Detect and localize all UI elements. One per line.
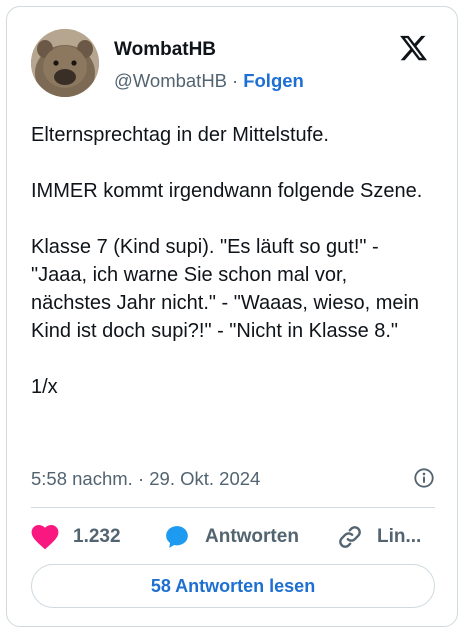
action-bar: 1.232 Antworten Lin... bbox=[31, 519, 435, 555]
tweet-paragraph: 1/x bbox=[31, 376, 58, 398]
tweet-card: WombatHB @WombatHB · Folgen Elternsprechta… bbox=[6, 6, 458, 627]
like-button[interactable]: 1.232 bbox=[31, 519, 121, 555]
wombat-avatar-image bbox=[31, 29, 99, 97]
link-icon bbox=[339, 526, 361, 548]
avatar[interactable] bbox=[31, 29, 99, 97]
x-logo-icon[interactable] bbox=[398, 33, 429, 63]
reply-button[interactable]: Antworten bbox=[163, 519, 299, 555]
divider bbox=[31, 507, 435, 508]
reply-label: Antworten bbox=[205, 526, 299, 547]
follow-button[interactable]: Folgen bbox=[243, 70, 304, 91]
copy-link-button[interactable]: Lin... bbox=[337, 519, 421, 555]
likes-count: 1.232 bbox=[73, 526, 121, 547]
author-handle-row: @WombatHB · Folgen bbox=[114, 70, 304, 92]
timestamp[interactable]: 5:58 nachm. · 29. Okt. 2024 bbox=[31, 468, 260, 490]
author-name[interactable]: WombatHB bbox=[114, 39, 216, 61]
tweet-text: Elternsprechtag in der Mittelstufe. IMME… bbox=[31, 121, 431, 401]
tweet-paragraph: Elternsprechtag in der Mittelstufe. bbox=[31, 124, 329, 146]
read-replies-button[interactable]: 58 Antworten lesen bbox=[31, 564, 435, 608]
author-handle[interactable]: @WombatHB bbox=[114, 70, 227, 91]
separator-dot: · bbox=[232, 70, 239, 91]
tweet-paragraph: IMMER kommt irgendwann folgende Szene. bbox=[31, 180, 423, 202]
copy-link-label: Lin... bbox=[377, 526, 422, 547]
read-replies-label: 58 Antworten lesen bbox=[150, 575, 316, 596]
timestamp-row: 5:58 nachm. · 29. Okt. 2024 bbox=[31, 465, 435, 493]
heart-icon bbox=[31, 524, 59, 550]
speech-bubble-icon bbox=[166, 526, 188, 548]
tweet-paragraph: Klasse 7 (Kind supi). "Es läuft so gut!"… bbox=[31, 236, 420, 342]
tweet-header: WombatHB @WombatHB · Folgen bbox=[31, 29, 435, 99]
info-icon[interactable] bbox=[413, 467, 435, 489]
